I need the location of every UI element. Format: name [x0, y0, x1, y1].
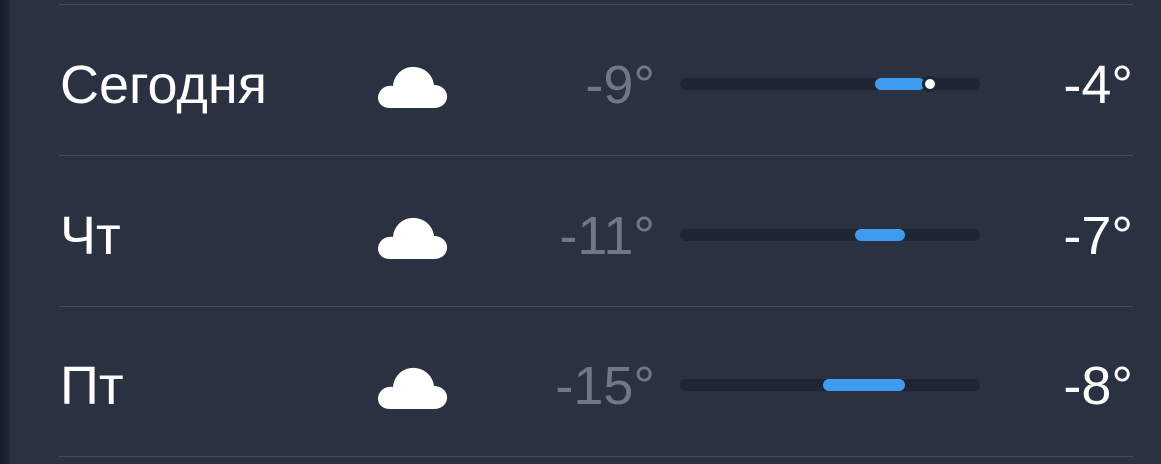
temperature-range-fill	[855, 229, 905, 241]
cloud-icon	[376, 62, 448, 110]
forecast-row-thu[interactable]: Чт -11° -7°	[0, 156, 1161, 306]
temperature-range-fill	[875, 78, 925, 90]
low-temperature: -11°	[559, 206, 655, 266]
current-temperature-dot	[925, 79, 935, 89]
divider	[59, 456, 1133, 457]
temperature-range-bar	[680, 78, 980, 90]
forecast-row-fri[interactable]: Пт -15° -8°	[0, 306, 1161, 456]
high-temperature: -7°	[1063, 206, 1133, 266]
day-label: Пт	[60, 356, 124, 416]
temperature-range-fill	[822, 379, 905, 391]
cloud-icon	[376, 213, 448, 261]
low-temperature: -15°	[555, 356, 655, 416]
day-label: Чт	[60, 206, 121, 266]
temperature-range-bar	[680, 379, 980, 391]
temperature-range-bar	[680, 229, 980, 241]
low-temperature: -9°	[585, 55, 655, 115]
cloud-icon	[376, 363, 448, 411]
high-temperature: -4°	[1063, 55, 1133, 115]
day-label: Сегодня	[60, 55, 267, 115]
high-temperature: -8°	[1063, 356, 1133, 416]
forecast-row-today[interactable]: Сегодня -9° -4°	[0, 5, 1161, 155]
